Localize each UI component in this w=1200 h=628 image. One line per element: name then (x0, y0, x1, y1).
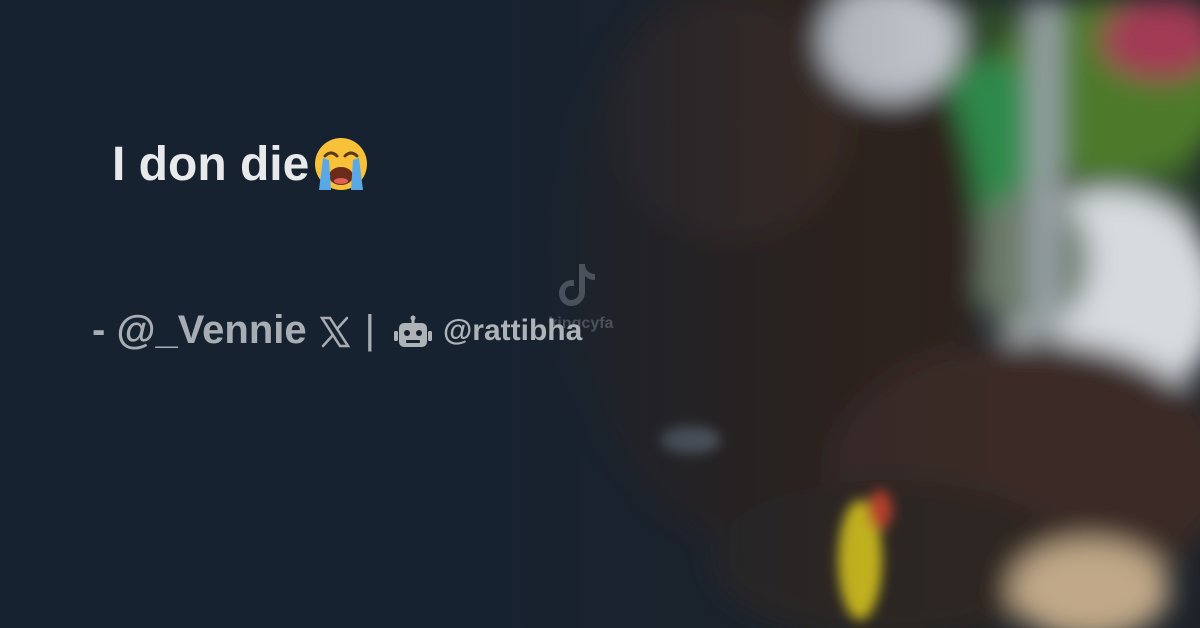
bot-handle[interactable]: @rattibha (443, 314, 582, 348)
byline-prefix: - (92, 308, 117, 352)
loudly-crying-face-icon (311, 136, 371, 192)
tweet-text: I don die (112, 136, 371, 192)
author-handle[interactable]: @_Vennie (116, 308, 306, 353)
byline-separator: | (364, 308, 376, 352)
tweet-text-content: I don die (112, 137, 310, 191)
x-logo-icon (319, 314, 351, 348)
byline: - @_Vennie | @rattibha (92, 308, 582, 353)
robot-icon (393, 314, 433, 348)
share-card: kingcyfa I don die - @_Vennie | @rattibh… (0, 0, 1200, 628)
tiktok-logo-icon (559, 264, 595, 306)
